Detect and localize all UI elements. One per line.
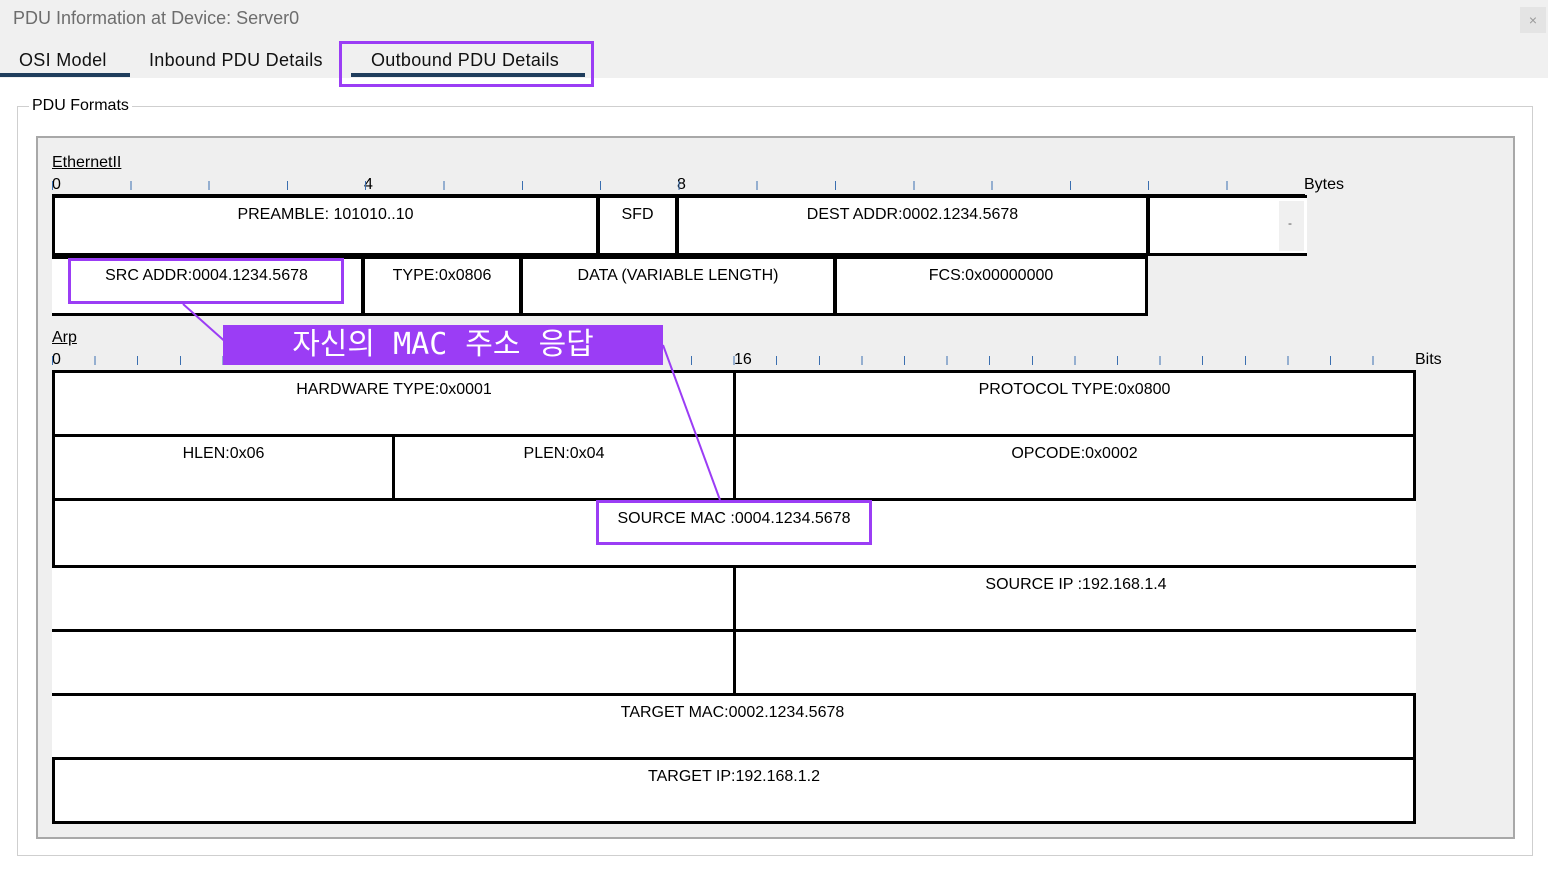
- annotation-connector-lines: [182, 303, 721, 501]
- connector-to-source-mac: [662, 344, 721, 501]
- annotation-callout: 자신의 MAC 주소 응답: [223, 325, 663, 365]
